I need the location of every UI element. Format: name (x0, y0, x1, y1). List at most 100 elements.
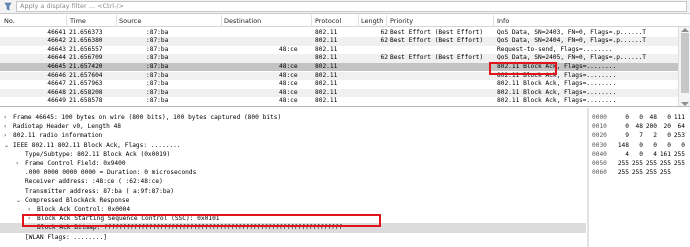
byte-value[interactable]: 9 (617, 131, 629, 140)
packet-cell-no: 46646 (47, 71, 66, 79)
byte-value[interactable]: 111 (673, 113, 685, 122)
byte-value[interactable]: 0 (659, 131, 671, 140)
byte-value[interactable]: 255 (659, 168, 671, 177)
display-filter-bar: Apply a display filter ... <Ctrl-/> (0, 0, 690, 14)
column-header-destination[interactable]: Destination (224, 17, 261, 25)
column-header-info[interactable]: Info (497, 17, 509, 25)
byte-value[interactable]: 4 (645, 150, 657, 159)
packet-row[interactable]: 46647 21.657963:87:ba 48:ce 802.11 802.11 Bl… (0, 80, 678, 89)
packet-row[interactable]: 46648 21.658208:87:ba 48:ce 802.11 802.11 Bl… (0, 88, 678, 98)
detail-tree-text: Radiotap Header v0, Length 48 (13, 123, 122, 131)
byte-value[interactable]: 20 (659, 122, 671, 131)
packet-cell-info: QoS Data, SN=2403, FN=0, Flags=.p......T (497, 28, 647, 36)
column-header-protocol[interactable]: Protocol (315, 17, 341, 25)
packet-bytes-pane: 0000 0 0 48 0 111 0010 0 48 200 20 64 0020 9 7 2 0 253 003… (589, 108, 690, 247)
detail-tree-item[interactable]: Receiver address: :48:ce ( :62:48:ce) (0, 177, 586, 186)
byte-value[interactable]: 161 (659, 150, 671, 159)
packet-cell-protocol: 802.11 (315, 88, 338, 96)
byte-value[interactable]: 48 (645, 113, 657, 122)
packet-row[interactable]: 46641 21.656373:87:ba 802.11 62 Best Effort … (0, 29, 678, 38)
detail-tree-item[interactable]: › 802.11 radio information (0, 131, 586, 140)
expand-right-chevron-icon[interactable]: › (28, 214, 36, 223)
packet-row[interactable]: 46642 21.656380:87:ba 802.11 62 Best Effort … (0, 37, 678, 46)
packet-row[interactable]: 46645 21.657420:87:ba 48:ce 802.11 802.11 Bl… (0, 62, 678, 72)
byte-value[interactable]: 255 (631, 159, 643, 168)
detail-tree-item[interactable]: › Frame 46645: 100 bytes on wire (800 bit… (0, 113, 586, 122)
detail-tree-item[interactable]: ⌄ Compressed BlockAck Response (0, 196, 586, 205)
expand-down-chevron-icon[interactable]: ⌄ (4, 141, 12, 150)
column-header-priority[interactable]: Priority (390, 17, 413, 25)
byte-value[interactable]: 0 (645, 141, 657, 150)
packet-cell-destination: 48:ce (279, 62, 298, 70)
column-header-no[interactable]: No. (4, 17, 15, 25)
byte-value[interactable]: 0 (659, 141, 671, 150)
expand-right-chevron-icon[interactable]: › (16, 159, 24, 168)
detail-tree-text: Compressed BlockAck Response (25, 196, 130, 204)
byte-value[interactable]: 64 (673, 122, 685, 131)
byte-value[interactable]: 255 (659, 159, 671, 168)
detail-tree-item[interactable]: ⌄ IEEE 802.11 802.11 Block Ack, Flags: ..… (0, 141, 586, 150)
detail-tree-item[interactable]: Transmitter address: 87:ba ( a:9f:87:ba) (0, 187, 586, 196)
byte-value[interactable]: 253 (673, 131, 685, 140)
byte-value[interactable]: 255 (617, 168, 629, 177)
byte-value[interactable]: 148 (617, 141, 629, 150)
detail-tree-item[interactable]: › Frame Control Field: 0x9400 (0, 159, 586, 168)
detail-tree-item[interactable]: Type/Subtype: 802.11 Block Ack (0x0019) (0, 150, 586, 159)
byte-value[interactable]: 0 (631, 150, 643, 159)
byte-value[interactable]: 0 (617, 122, 629, 131)
byte-offset: 0040 (592, 150, 607, 158)
packet-cell-source: :87:ba (146, 54, 169, 62)
packet-cell-time: 21.656380 (69, 37, 103, 45)
byte-value[interactable]: 0 (617, 113, 629, 122)
byte-value[interactable]: 7 (631, 131, 643, 140)
byte-value[interactable]: 48 (631, 122, 643, 131)
packet-list-scrollbar[interactable] (678, 27, 690, 106)
packet-cell-priority: Best Effort (Best Effort) (390, 54, 484, 62)
detail-tree-item[interactable]: › Block Ack Starting Sequence Control (SS… (0, 214, 586, 223)
bookmark-filter-icon[interactable] (3, 2, 13, 12)
expand-right-chevron-icon[interactable]: › (28, 205, 36, 214)
packet-row[interactable]: 46649 21.658578:87:ba 48:ce 802.11 802.11 Bl… (0, 97, 678, 106)
packet-cell-protocol: 802.11 (315, 80, 338, 88)
scrollbar-thumb[interactable] (681, 33, 689, 93)
byte-value[interactable]: 255 (673, 159, 685, 168)
detail-tree-item[interactable]: › Radiotap Header v0, Length 48 (0, 122, 586, 131)
byte-value[interactable]: 255 (645, 168, 657, 177)
packet-cell-protocol: 802.11 (315, 62, 338, 70)
detail-tree-text: Receiver address: :48:ce ( :62:48:ce) (25, 178, 163, 186)
detail-tree-item[interactable]: Block Ack Bitmap: ffffffffffffffffffffff… (0, 223, 586, 233)
detail-tree-item[interactable]: .000 0000 0000 0000 = Duration: 0 micros… (0, 168, 586, 177)
packet-cell-no: 46648 (47, 88, 66, 96)
packet-cell-time: 21.658208 (69, 88, 103, 96)
column-header-time[interactable]: Time (70, 17, 86, 25)
detail-tree-item[interactable]: [WLAN Flags: ........] (0, 233, 586, 242)
detail-tree-item[interactable]: › Block Ack Control: 0x0004 (0, 205, 586, 214)
byte-value[interactable]: 200 (645, 122, 657, 131)
expand-right-chevron-icon[interactable]: › (4, 113, 12, 122)
byte-value[interactable]: 0 (631, 113, 643, 122)
byte-value[interactable]: 255 (645, 159, 657, 168)
byte-value[interactable]: 255 (631, 168, 643, 177)
packet-cell-destination: 48:ce (279, 80, 298, 88)
byte-value[interactable]: 0 (659, 113, 671, 122)
column-header-length[interactable]: Length (361, 17, 383, 25)
detail-tree-text: Frame Control Field: 0x9400 (25, 160, 126, 167)
byte-value[interactable]: 255 (673, 150, 685, 159)
byte-value[interactable]: 0 (631, 141, 643, 150)
packet-row[interactable]: 46643 21.656557:87:ba 48:ce 802.11 Request-t… (0, 46, 678, 55)
packet-row[interactable]: 46644 21.656709:87:ba 802.11 62 Best Effort … (0, 54, 678, 63)
column-header-source[interactable]: Source (119, 17, 141, 25)
scroll-up-arrow-icon[interactable] (681, 28, 689, 32)
expand-right-chevron-icon[interactable]: › (4, 122, 12, 131)
byte-value[interactable]: 0 (673, 141, 685, 150)
expand-right-chevron-icon[interactable]: › (4, 131, 12, 140)
byte-value[interactable]: 255 (617, 159, 629, 168)
packet-cell-source: :87:ba (146, 97, 169, 105)
scroll-down-arrow-icon[interactable] (681, 102, 689, 106)
expand-down-chevron-icon[interactable]: ⌄ (16, 196, 24, 205)
byte-value[interactable]: 4 (617, 150, 629, 159)
packet-cell-length: 62 (380, 54, 388, 62)
byte-value[interactable]: 2 (645, 131, 657, 140)
packet-row[interactable]: 46646 21.657604:87:ba 48:ce 802.11 802.11 Bl… (0, 71, 678, 81)
display-filter-input[interactable]: Apply a display filter ... <Ctrl-/> (16, 1, 687, 12)
